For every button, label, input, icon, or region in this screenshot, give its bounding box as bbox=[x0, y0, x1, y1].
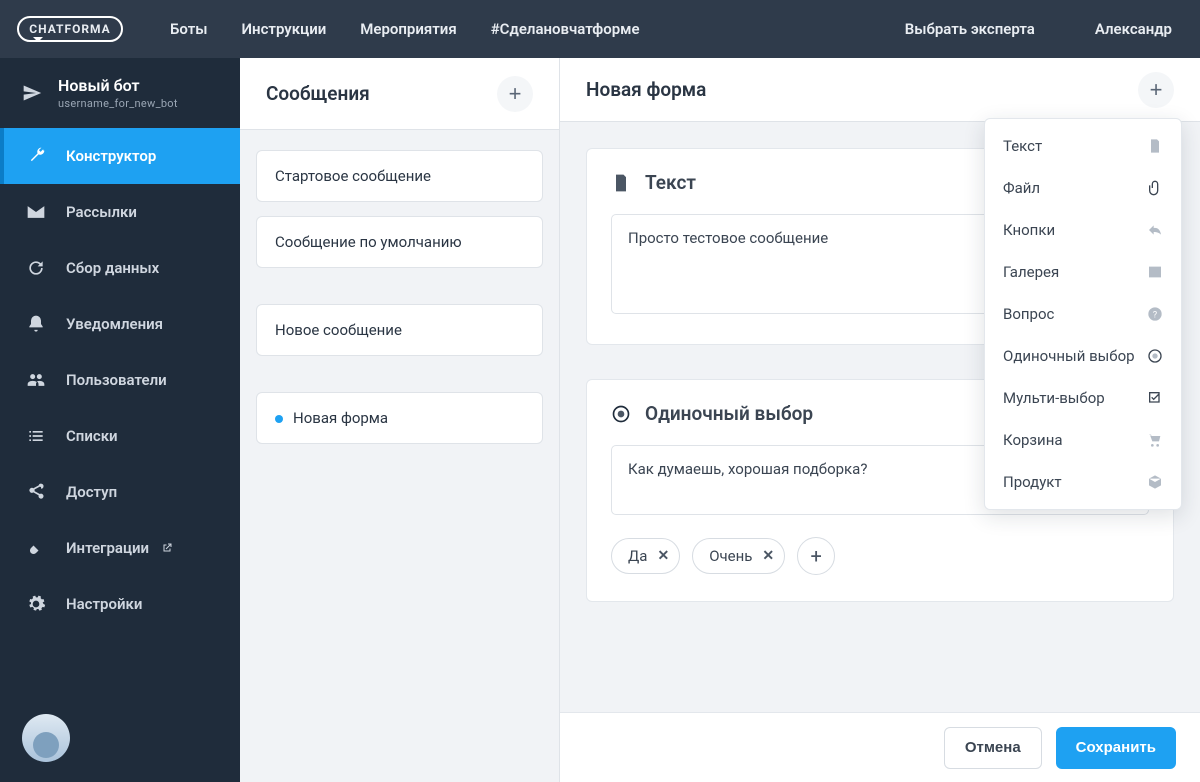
add-message-button[interactable]: + bbox=[497, 76, 533, 112]
logo[interactable]: CHATFORMA bbox=[0, 16, 140, 42]
mail-icon bbox=[26, 202, 46, 222]
dropdown-item-reply[interactable]: Кнопки bbox=[985, 209, 1181, 251]
sidebar-item-label: Пользователи bbox=[66, 371, 167, 389]
form-column: Новая форма + Текст Одиночный выбор Да✕ bbox=[560, 58, 1200, 782]
sidebar-item-label: Списки bbox=[66, 427, 118, 445]
user-name[interactable]: Александр bbox=[1095, 20, 1172, 38]
dropdown-item-image[interactable]: Галерея bbox=[985, 251, 1181, 293]
save-button[interactable]: Сохранить bbox=[1056, 727, 1176, 769]
nav-instructions[interactable]: Инструкции bbox=[242, 20, 327, 38]
dropdown-item-clip[interactable]: Файл bbox=[985, 167, 1181, 209]
sidebar-item-share[interactable]: Доступ bbox=[0, 464, 240, 520]
sidebar-item-wrench[interactable]: Конструктор bbox=[0, 128, 240, 184]
sidebar-item-label: Доступ bbox=[66, 483, 117, 501]
sidebar-item-mail[interactable]: Рассылки bbox=[0, 184, 240, 240]
sidebar-item-label: Уведомления bbox=[66, 315, 163, 333]
users-icon bbox=[26, 370, 46, 390]
sidebar-item-label: Интеграции bbox=[66, 539, 149, 557]
sidebar-item-label: Сбор данных bbox=[66, 259, 159, 277]
plane-icon bbox=[22, 83, 42, 103]
block-type-dropdown: Текст Файл Кнопки Галерея Вопрос Одиночный вы… bbox=[984, 118, 1182, 510]
file-icon bbox=[1147, 138, 1163, 154]
message-card[interactable]: Новая форма bbox=[256, 392, 543, 444]
dropdown-label: Текст bbox=[1003, 137, 1042, 155]
sidebar-item-plug[interactable]: Интеграции bbox=[0, 520, 240, 576]
wrench-icon bbox=[26, 146, 46, 166]
sidebar-item-bell[interactable]: Уведомления bbox=[0, 296, 240, 352]
dropdown-label: Галерея bbox=[1003, 263, 1059, 281]
choose-expert-link[interactable]: Выбрать эксперта bbox=[905, 20, 1035, 38]
add-option-button[interactable]: + bbox=[797, 537, 835, 575]
dropdown-item-box[interactable]: Продукт bbox=[985, 461, 1181, 503]
radio-icon bbox=[1147, 348, 1163, 364]
refresh-icon bbox=[26, 258, 46, 278]
dropdown-item-question[interactable]: Вопрос bbox=[985, 293, 1181, 335]
form-footer: Отмена Сохранить bbox=[560, 712, 1200, 782]
dropdown-label: Корзина bbox=[1003, 431, 1063, 449]
remove-chip-icon[interactable]: ✕ bbox=[762, 548, 774, 564]
dropdown-label: Продукт bbox=[1003, 473, 1062, 491]
dropdown-label: Вопрос bbox=[1003, 305, 1054, 323]
messages-title: Сообщения bbox=[266, 82, 370, 105]
nav-events[interactable]: Мероприятия bbox=[360, 20, 456, 38]
clip-icon bbox=[1147, 180, 1163, 196]
option-chips: Да✕ Очень✕ + bbox=[611, 537, 1149, 575]
bot-title: Новый бот bbox=[58, 76, 178, 95]
message-card[interactable]: Стартовое сообщение bbox=[256, 150, 543, 202]
sidebar-item-refresh[interactable]: Сбор данных bbox=[0, 240, 240, 296]
dropdown-label: Мульти-выбор bbox=[1003, 389, 1105, 407]
top-nav: Боты Инструкции Мероприятия #Сделановчат… bbox=[170, 20, 640, 38]
nav-hashtag[interactable]: #Сделановчатформе bbox=[491, 20, 640, 38]
box-icon bbox=[1147, 474, 1163, 490]
share-icon bbox=[26, 482, 46, 502]
active-dot-icon bbox=[275, 415, 283, 423]
dropdown-label: Кнопки bbox=[1003, 221, 1055, 239]
dropdown-item-file[interactable]: Текст bbox=[985, 125, 1181, 167]
topbar: CHATFORMA Боты Инструкции Мероприятия #С… bbox=[0, 0, 1200, 58]
dropdown-label: Файл bbox=[1003, 179, 1040, 197]
add-block-button[interactable]: + bbox=[1138, 72, 1174, 108]
external-icon bbox=[161, 542, 173, 554]
radio-icon bbox=[611, 404, 631, 424]
bell-icon bbox=[26, 314, 46, 334]
text-block-title: Текст bbox=[645, 171, 696, 194]
form-title: Новая форма bbox=[586, 78, 706, 101]
messages-column: Сообщения + Стартовое сообщение Сообщение… bbox=[240, 58, 560, 782]
assistant-avatar[interactable] bbox=[22, 714, 70, 762]
dropdown-item-radio[interactable]: Одиночный выбор bbox=[985, 335, 1181, 377]
reply-icon bbox=[1147, 222, 1163, 238]
question-icon bbox=[1147, 306, 1163, 322]
message-card[interactable]: Сообщение по умолчанию bbox=[256, 216, 543, 268]
dropdown-item-cart[interactable]: Корзина bbox=[985, 419, 1181, 461]
dropdown-item-check[interactable]: Мульти-выбор bbox=[985, 377, 1181, 419]
sidebar-item-users[interactable]: Пользователи bbox=[0, 352, 240, 408]
sidebar-item-label: Рассылки bbox=[66, 203, 137, 221]
sidebar: Новый бот username_for_new_bot Конструкт… bbox=[0, 58, 240, 782]
sidebar-item-list[interactable]: Списки bbox=[0, 408, 240, 464]
message-card[interactable]: Новое сообщение bbox=[256, 304, 543, 356]
cancel-button[interactable]: Отмена bbox=[944, 727, 1042, 769]
sidebar-item-label: Конструктор bbox=[66, 147, 156, 165]
option-chip[interactable]: Очень✕ bbox=[692, 538, 785, 574]
single-block-title: Одиночный выбор bbox=[645, 402, 813, 425]
remove-chip-icon[interactable]: ✕ bbox=[657, 548, 669, 564]
gear-icon bbox=[26, 594, 46, 614]
check-icon bbox=[1147, 390, 1163, 406]
plug-icon bbox=[26, 538, 46, 558]
dropdown-label: Одиночный выбор bbox=[1003, 347, 1135, 365]
bot-username: username_for_new_bot bbox=[58, 97, 178, 110]
sidebar-item-gear[interactable]: Настройки bbox=[0, 576, 240, 632]
file-icon bbox=[611, 173, 631, 193]
nav-bots[interactable]: Боты bbox=[170, 20, 208, 38]
cart-icon bbox=[1147, 432, 1163, 448]
list-icon bbox=[26, 426, 46, 446]
bot-header[interactable]: Новый бот username_for_new_bot bbox=[0, 58, 240, 128]
image-icon bbox=[1147, 264, 1163, 280]
option-chip[interactable]: Да✕ bbox=[611, 538, 680, 574]
sidebar-item-label: Настройки bbox=[66, 595, 142, 613]
